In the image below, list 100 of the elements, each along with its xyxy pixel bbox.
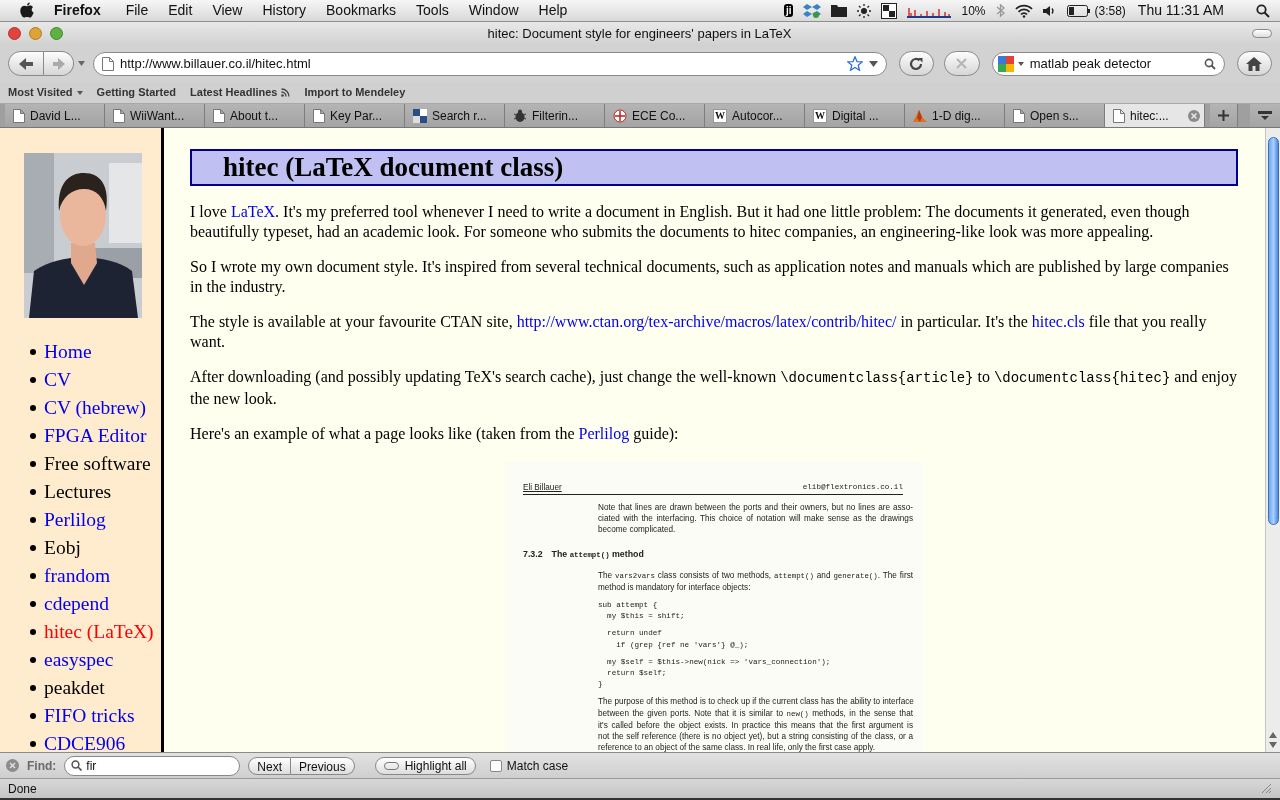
search-engine-icon[interactable]: [997, 55, 1014, 72]
tab[interactable]: hitec:...: [1105, 104, 1205, 127]
document-text: The purpose of this method is to check up if the current class has the ability to interface: [598, 696, 913, 708]
menu-item[interactable]: File: [115, 0, 159, 21]
battery-icon[interactable]: [1066, 4, 1091, 17]
app-menu[interactable]: Firefox: [54, 0, 101, 21]
bookmark-item[interactable]: Latest Headlines: [190, 84, 291, 101]
highlight-all-button[interactable]: Highlight all: [374, 756, 476, 775]
menu-item[interactable]: History: [252, 0, 317, 21]
search-icon[interactable]: [1256, 3, 1270, 18]
star-icon[interactable]: [846, 56, 863, 71]
menu-item[interactable]: Tools: [406, 0, 459, 21]
apple-icon[interactable]: [20, 2, 34, 19]
volume-icon[interactable]: [1042, 4, 1057, 17]
nav-link[interactable]: CV: [44, 365, 72, 395]
battery-percent: 10%: [961, 2, 986, 20]
link[interactable]: Perlilog: [578, 425, 630, 442]
paragraph: After downloading (and possibly updating TeX's search cache), just change the well-known \documentclass{article} to \documentclass{hitec} and enjoy the new look.: [190, 367, 1238, 408]
wiki-icon: W: [813, 108, 827, 123]
tab[interactable]: Key Par...: [305, 104, 405, 127]
tab[interactable]: Filterin...: [505, 104, 605, 127]
bookmark-item[interactable]: Most Visited: [8, 84, 83, 101]
menu-item[interactable]: Window: [458, 0, 529, 21]
folder-icon[interactable]: [831, 4, 848, 17]
tab[interactable]: WiiWant...: [105, 104, 205, 127]
search-icon[interactable]: [1203, 57, 1216, 70]
scroll-down-arrow-icon[interactable]: [1269, 742, 1277, 748]
close-icon[interactable]: [6, 759, 19, 772]
close-icon[interactable]: [1188, 109, 1200, 122]
tab[interactable]: W Autocor...: [705, 104, 805, 127]
toolbar-toggle-button[interactable]: [1252, 29, 1272, 38]
caret-icon[interactable]: [1017, 61, 1024, 66]
minimize-button[interactable]: [29, 27, 42, 40]
scrollbar-thumb[interactable]: [1267, 137, 1279, 525]
wifi-icon[interactable]: [1014, 3, 1033, 18]
list-tabs-button[interactable]: [1250, 104, 1280, 127]
tab[interactable]: ECE Co...: [605, 104, 705, 127]
reload-button[interactable]: [898, 51, 935, 76]
sync-icon[interactable]: [803, 2, 822, 19]
forward-button[interactable]: [44, 51, 74, 76]
nav-link[interactable]: peakdet: [44, 673, 105, 703]
stop-button[interactable]: [944, 51, 980, 76]
bullet-icon: [30, 713, 36, 719]
bullet-icon: [30, 461, 36, 467]
page-icon: [1113, 108, 1125, 123]
bullet-icon: [30, 405, 36, 411]
tab[interactable]: David L...: [5, 104, 105, 127]
nav-link[interactable]: Perlilog: [44, 505, 106, 535]
tab[interactable]: About t...: [205, 104, 305, 127]
nav-link[interactable]: Free software: [44, 449, 151, 479]
nav-link[interactable]: CV (hebrew): [44, 393, 146, 423]
find-label: Find:: [27, 757, 57, 775]
window-icon[interactable]: [881, 2, 898, 19]
next-button[interactable]: Next: [248, 756, 291, 775]
nav-link[interactable]: cdepend: [44, 589, 109, 619]
bullet-icon: [30, 685, 36, 691]
nav-link[interactable]: Eobj: [44, 533, 81, 563]
nav-link[interactable]: FPGA Editor: [44, 421, 147, 451]
page-icon[interactable]: [102, 56, 114, 71]
history-caret-icon[interactable]: [78, 61, 85, 66]
menu-item[interactable]: Edit: [158, 0, 203, 21]
match-case-checkbox[interactable]: [489, 759, 502, 772]
zoom-button[interactable]: [50, 27, 63, 40]
nav-link[interactable]: CDCE906: [44, 729, 126, 752]
menu-item[interactable]: View: [202, 0, 253, 21]
link[interactable]: hitec.cls: [1031, 313, 1085, 330]
nav-link[interactable]: frandom: [44, 561, 111, 591]
scroll-up-arrow-icon[interactable]: [1269, 732, 1277, 738]
resize-grip-icon[interactable]: [1261, 783, 1272, 794]
tab[interactable]: 1-D dig...: [905, 104, 1005, 127]
tab[interactable]: Search r...: [405, 104, 505, 127]
nav-link[interactable]: Lectures: [44, 477, 112, 507]
nav-link[interactable]: FIFO tricks: [44, 701, 135, 731]
menu-item[interactable]: Bookmarks: [316, 0, 407, 21]
caret-icon[interactable]: [868, 60, 878, 67]
close-button[interactable]: [8, 27, 21, 40]
nav-link[interactable]: easyspec: [44, 645, 114, 675]
document-text: Note that lines are drawn between the ports and their owners, but no lines are asso-: [598, 501, 913, 513]
document-text: ciated with the interfacing. This choice of notation will make sense as the drawings: [598, 512, 913, 525]
forward-arrow-icon: [52, 57, 65, 70]
menu-item[interactable]: Help: [528, 0, 578, 21]
bookmark-item[interactable]: Getting Started: [96, 84, 177, 101]
link[interactable]: http://www.ctan.org/tex-archive/macros/latex/contrib/hitec/: [516, 313, 897, 330]
previous-button[interactable]: Previous: [291, 756, 355, 775]
tab[interactable]: Open s...: [1005, 104, 1105, 127]
search-field[interactable]: matlab peak detector: [991, 51, 1225, 76]
clock[interactable]: Thu 11:31 AM: [1137, 0, 1224, 21]
home-button[interactable]: [1236, 51, 1272, 76]
new-tab-button[interactable]: [1210, 104, 1238, 127]
document-text: not the self reference (there is no object yet), but a string consisting of the class, or a: [598, 730, 913, 743]
tab[interactable]: W Digital ...: [805, 104, 905, 127]
nav-link[interactable]: Home: [44, 337, 92, 367]
brightness-icon[interactable]: [857, 3, 872, 18]
bookmark-item[interactable]: Import to Mendeley: [304, 84, 406, 101]
menu-extra-icon[interactable]: ji: [783, 4, 794, 17]
address-field[interactable]: http://www.billauer.co.il/hitec.html: [93, 51, 887, 76]
back-button[interactable]: [8, 51, 44, 76]
find-field[interactable]: fir: [64, 755, 241, 776]
bluetooth-icon[interactable]: [995, 3, 1005, 18]
back-arrow-icon: [19, 57, 33, 70]
